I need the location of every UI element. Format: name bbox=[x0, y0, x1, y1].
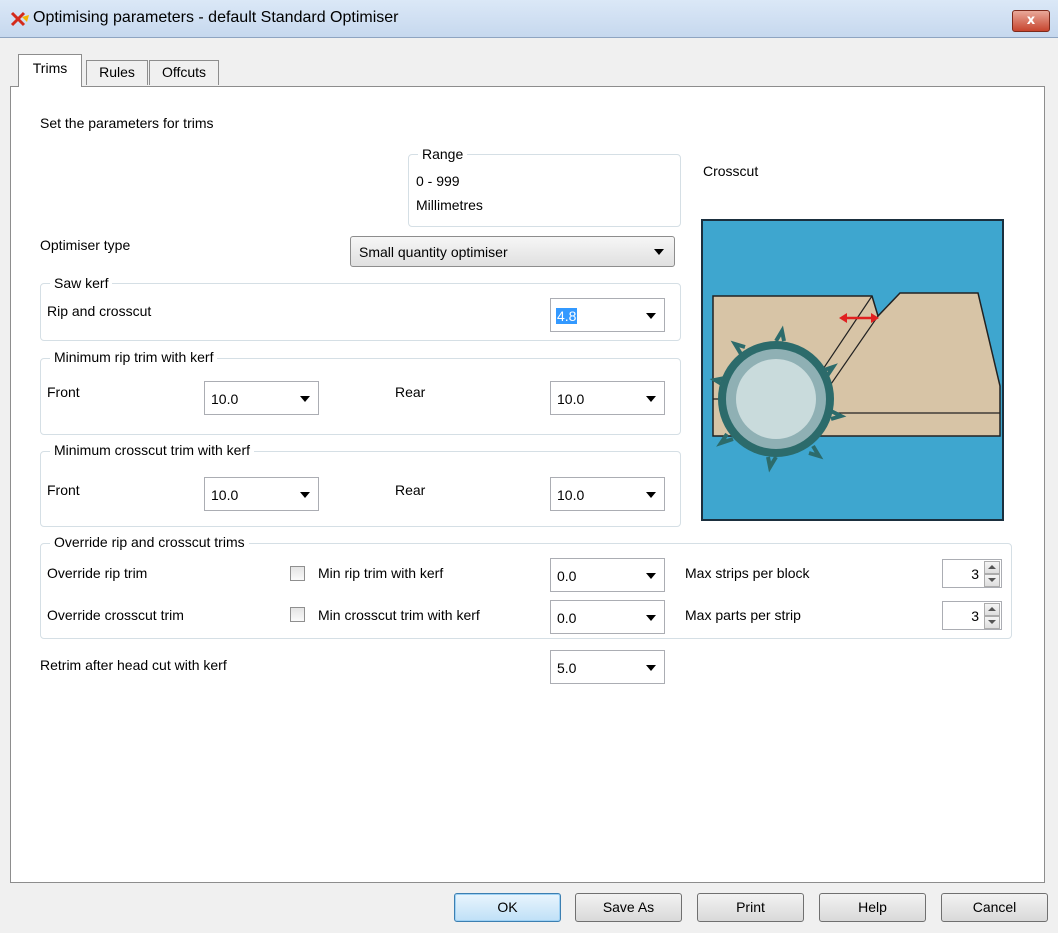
override-crosscut-combo[interactable]: 0.0 bbox=[550, 600, 665, 634]
override-legend: Override rip and crosscut trims bbox=[50, 534, 249, 550]
chevron-down-icon bbox=[646, 396, 656, 402]
min-crosscut-rear-value: 10.0 bbox=[557, 487, 585, 503]
min-crosscut-rear-label: Rear bbox=[395, 482, 426, 498]
min-rip-rear-combo[interactable]: 10.0 bbox=[550, 381, 665, 415]
crosscut-illustration bbox=[709, 292, 1001, 473]
optimiser-type-select[interactable]: Small quantity optimiser bbox=[350, 236, 675, 267]
chevron-down-icon bbox=[646, 615, 656, 621]
range-group bbox=[408, 154, 681, 227]
override-group bbox=[40, 543, 1012, 639]
chevron-down-icon bbox=[646, 492, 656, 498]
app-icon bbox=[10, 11, 29, 27]
min-crosscut-front-value: 10.0 bbox=[211, 487, 239, 503]
optimiser-type-label: Optimiser type bbox=[40, 237, 131, 253]
spin-up-icon[interactable] bbox=[984, 603, 1000, 616]
help-button[interactable]: Help bbox=[819, 893, 926, 922]
retrim-label: Retrim after head cut with kerf bbox=[40, 657, 227, 673]
override-crosscut-label: Override crosscut trim bbox=[47, 607, 184, 623]
range-value: 0 - 999 bbox=[416, 173, 460, 189]
min-rip-front-label: Front bbox=[47, 384, 80, 400]
range-legend: Range bbox=[418, 146, 468, 162]
max-strips-spinner[interactable]: 3 bbox=[942, 559, 1002, 588]
min-rip-front-value: 10.0 bbox=[211, 391, 239, 407]
spin-down-icon[interactable] bbox=[984, 616, 1000, 629]
tab-trims[interactable]: Trims bbox=[18, 54, 82, 87]
cancel-button[interactable]: Cancel bbox=[941, 893, 1048, 922]
max-parts-spinner[interactable]: 3 bbox=[942, 601, 1002, 630]
min-rip-trim-check-label: Min rip trim with kerf bbox=[318, 565, 444, 581]
diagram-label: Crosscut bbox=[703, 163, 759, 179]
min-crosscut-front-label: Front bbox=[47, 482, 80, 498]
min-rip-trim-checkbox[interactable] bbox=[290, 566, 305, 581]
max-parts-value: 3 bbox=[971, 608, 979, 624]
chevron-down-icon bbox=[654, 249, 664, 255]
min-crosscut-trim-check-label: Min crosscut trim with kerf bbox=[318, 607, 480, 623]
ok-button[interactable]: OK bbox=[454, 893, 561, 922]
rip-crosscut-combo[interactable]: 4.8 bbox=[550, 298, 665, 332]
retrim-combo[interactable]: 5.0 bbox=[550, 650, 665, 684]
min-crosscut-trim-checkbox[interactable] bbox=[290, 607, 305, 622]
min-crosscut-front-combo[interactable]: 10.0 bbox=[204, 477, 319, 511]
chevron-down-icon bbox=[646, 313, 656, 319]
max-parts-label: Max parts per strip bbox=[685, 607, 801, 623]
rip-crosscut-label: Rip and crosscut bbox=[47, 303, 152, 319]
retrim-value: 5.0 bbox=[557, 660, 577, 676]
window-title: Optimising parameters - default Standard… bbox=[33, 9, 399, 26]
spin-down-icon[interactable] bbox=[984, 574, 1000, 587]
print-button[interactable]: Print bbox=[697, 893, 804, 922]
min-crosscut-legend: Minimum crosscut trim with kerf bbox=[50, 442, 255, 458]
rip-crosscut-value: 4.8 bbox=[556, 308, 578, 324]
chevron-down-icon bbox=[646, 665, 656, 671]
min-rip-legend: Minimum rip trim with kerf bbox=[50, 349, 218, 365]
min-rip-rear-value: 10.0 bbox=[557, 391, 585, 407]
range-units: Millimetres bbox=[416, 197, 483, 213]
min-crosscut-rear-combo[interactable]: 10.0 bbox=[550, 477, 665, 511]
override-rip-value: 0.0 bbox=[557, 568, 577, 584]
close-button[interactable]: x bbox=[1012, 10, 1050, 32]
min-rip-rear-label: Rear bbox=[395, 384, 426, 400]
override-rip-label: Override rip trim bbox=[47, 565, 148, 581]
max-strips-label: Max strips per block bbox=[685, 565, 810, 581]
chevron-down-icon bbox=[300, 492, 310, 498]
title-bar: Optimising parameters - default Standard… bbox=[0, 0, 1058, 38]
tab-offcuts[interactable]: Offcuts bbox=[149, 60, 219, 85]
override-crosscut-value: 0.0 bbox=[557, 610, 577, 626]
chevron-down-icon bbox=[646, 573, 656, 579]
tab-rules[interactable]: Rules bbox=[86, 60, 148, 85]
override-rip-combo[interactable]: 0.0 bbox=[550, 558, 665, 592]
min-rip-front-combo[interactable]: 10.0 bbox=[204, 381, 319, 415]
spin-up-icon[interactable] bbox=[984, 561, 1000, 574]
max-strips-value: 3 bbox=[971, 566, 979, 582]
chevron-down-icon bbox=[300, 396, 310, 402]
save-as-button[interactable]: Save As bbox=[575, 893, 682, 922]
crosscut-diagram bbox=[701, 219, 1004, 521]
intro-text: Set the parameters for trims bbox=[40, 115, 214, 131]
saw-kerf-legend: Saw kerf bbox=[50, 275, 113, 291]
optimiser-type-value: Small quantity optimiser bbox=[359, 244, 508, 260]
